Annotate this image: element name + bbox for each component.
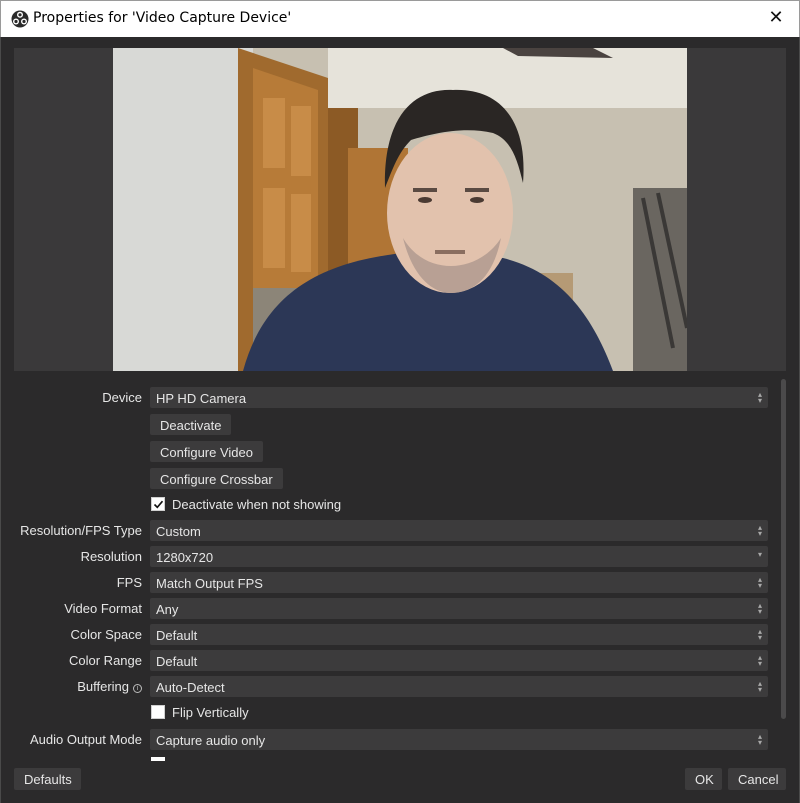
color-space-row: Color Space Default ▴ ▾	[0, 624, 780, 646]
video-format-select[interactable]: Any ▴ ▾	[150, 598, 768, 619]
resolution-value: 1280x720	[156, 550, 214, 565]
color-range-select[interactable]: Default ▴ ▾	[150, 650, 768, 671]
chevron-down-icon: ▾	[757, 550, 762, 559]
cancel-button[interactable]: Cancel	[728, 768, 786, 790]
window-title: Properties for 'Video Capture Device'	[33, 10, 292, 26]
fps-value: Match Output FPS	[156, 576, 263, 591]
camera-preview-image	[113, 48, 687, 371]
buffering-label-group: Buffering i	[77, 679, 142, 694]
spin-arrows-icon: ▴ ▾	[757, 390, 762, 405]
buffering-value: Auto-Detect	[156, 680, 225, 695]
resolution-label: Resolution	[80, 549, 142, 564]
device-value: HP HD Camera	[156, 391, 247, 406]
audio-output-mode-row: Audio Output Mode Capture audio only ▴ ▾	[0, 729, 780, 750]
spin-arrows-icon: ▴ ▾	[757, 653, 762, 668]
buffering-select[interactable]: Auto-Detect ▴ ▾	[150, 676, 768, 697]
configure-video-row: Configure Video	[0, 441, 780, 463]
properties-form: Device HP HD Camera ▴ ▾ Deactivate Config…	[0, 340, 780, 728]
resolution-row: Resolution 1280x720 ▾	[0, 546, 780, 568]
form-scrollbar[interactable]	[780, 377, 788, 739]
buffering-row: Buffering i Auto-Detect ▴ ▾	[0, 676, 780, 698]
video-format-row: Video Format Any ▴ ▾	[0, 598, 780, 620]
ok-button[interactable]: OK	[685, 768, 722, 790]
fps-label: FPS	[116, 575, 142, 590]
resolution-fps-type-value: Custom	[156, 524, 201, 539]
spin-arrows-icon: ▴ ▾	[757, 679, 762, 694]
color-space-label: Color Space	[70, 627, 142, 642]
resolution-fps-type-select[interactable]: Custom ▴ ▾	[150, 520, 768, 541]
spin-arrows-icon: ▴ ▾	[757, 732, 762, 747]
flip-vertically-row: Flip Vertically	[0, 703, 780, 725]
configure-crossbar-button[interactable]: Configure Crossbar	[150, 468, 283, 489]
deactivate-row: Deactivate	[0, 414, 780, 436]
resolution-fps-type-label: Resolution/FPS Type	[20, 523, 142, 538]
deactivate-when-not-showing-label: Deactivate when not showing	[172, 497, 342, 512]
spin-arrows-icon: ▴ ▾	[757, 575, 762, 590]
color-space-value: Default	[156, 628, 198, 643]
fps-select[interactable]: Match Output FPS ▴ ▾	[150, 572, 768, 593]
obs-logo-icon	[11, 10, 29, 28]
checkmark-icon	[153, 500, 164, 509]
device-label: Device	[102, 390, 142, 405]
color-range-value: Default	[156, 654, 198, 669]
configure-video-button[interactable]: Configure Video	[150, 441, 263, 462]
audio-output-mode-select[interactable]: Capture audio only ▴ ▾	[150, 729, 768, 750]
preview-panel	[14, 48, 786, 371]
close-icon[interactable]: ✕	[765, 7, 787, 29]
flip-vertically-checkbox[interactable]	[151, 705, 165, 719]
clipped-checkbox[interactable]	[151, 757, 165, 761]
configure-crossbar-row: Configure Crossbar	[0, 468, 780, 490]
color-range-label: Color Range	[69, 653, 142, 668]
fps-row: FPS Match Output FPS ▴ ▾	[0, 572, 780, 594]
device-row: Device HP HD Camera ▴ ▾	[0, 387, 780, 409]
device-select[interactable]: HP HD Camera ▴ ▾	[150, 387, 768, 408]
deactivate-button[interactable]: Deactivate	[150, 414, 232, 435]
resolution-fps-type-row: Resolution/FPS Type Custom ▴ ▾	[0, 520, 780, 542]
spin-arrows-icon: ▴ ▾	[757, 627, 762, 642]
scrollbar-thumb[interactable]	[781, 379, 786, 719]
defaults-button[interactable]: Defaults	[14, 768, 81, 790]
title-bar: Properties for 'Video Capture Device' ✕	[0, 0, 800, 37]
color-range-row: Color Range Default ▴ ▾	[0, 650, 780, 672]
spin-arrows-icon: ▴ ▾	[757, 523, 762, 538]
deactivate-when-not-showing-row: Deactivate when not showing	[0, 495, 780, 517]
video-format-value: Any	[156, 602, 179, 617]
flip-vertically-label: Flip Vertically	[172, 705, 249, 720]
buffering-label: Buffering	[77, 679, 129, 694]
camera-frame	[113, 48, 687, 371]
deactivate-when-not-showing-checkbox[interactable]	[151, 497, 165, 511]
info-icon[interactable]: i	[133, 684, 142, 693]
audio-output-mode-label: Audio Output Mode	[29, 732, 142, 747]
spin-arrows-icon: ▴ ▾	[757, 601, 762, 616]
resolution-select[interactable]: 1280x720 ▾	[150, 546, 768, 567]
video-format-label: Video Format	[64, 601, 142, 616]
color-space-select[interactable]: Default ▴ ▾	[150, 624, 768, 645]
audio-output-mode-value: Capture audio only	[156, 733, 266, 748]
